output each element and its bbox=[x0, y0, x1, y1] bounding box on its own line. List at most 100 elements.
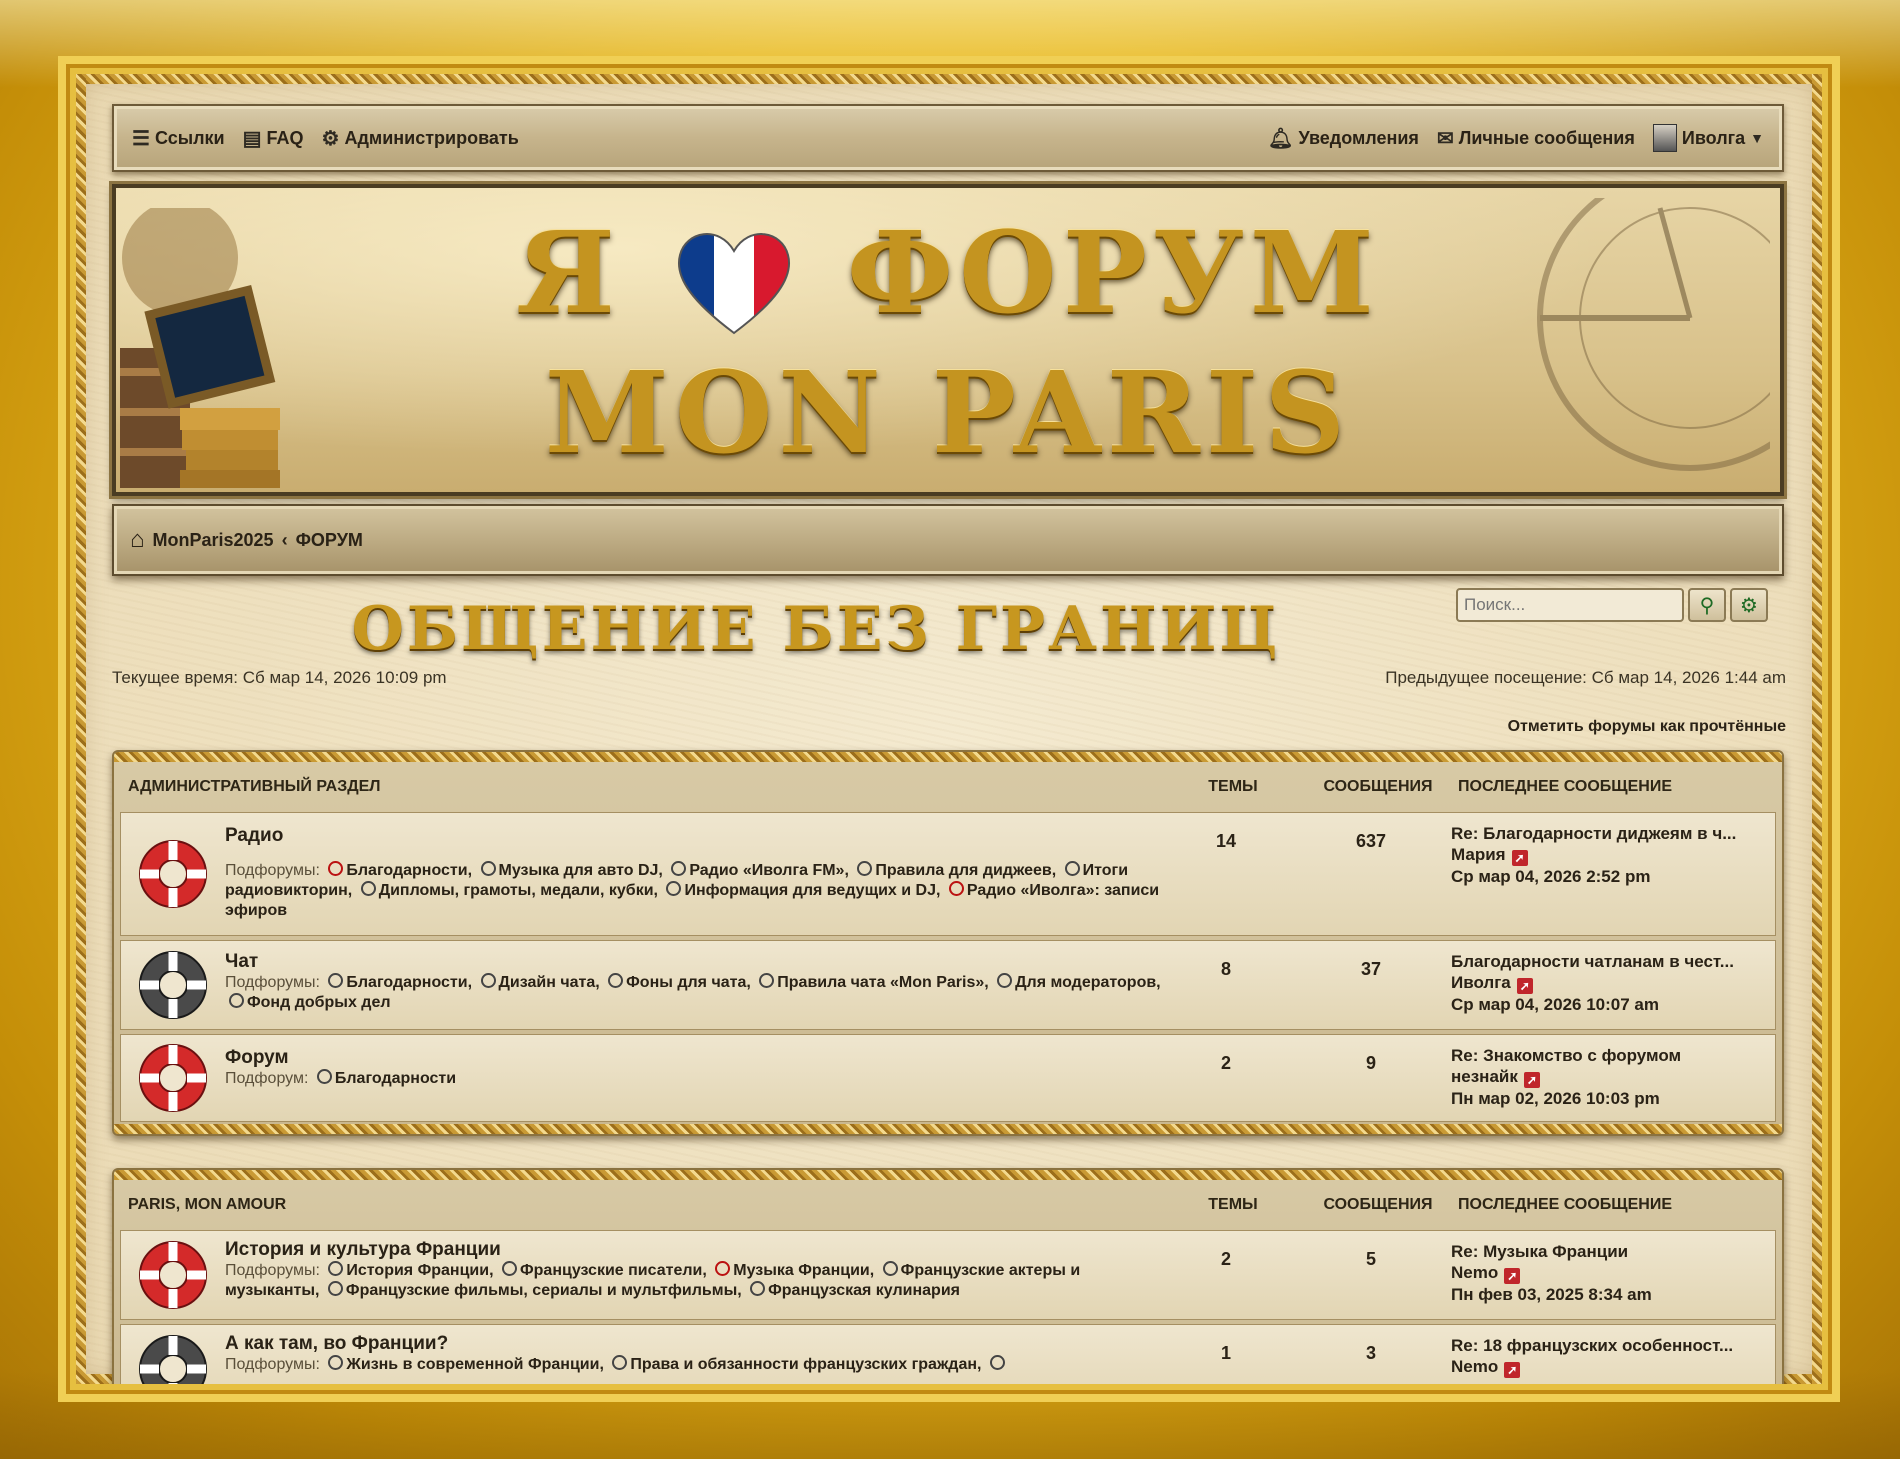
rope-divider bbox=[114, 1124, 1782, 1134]
subforum-read-icon bbox=[480, 973, 496, 988]
subforum-list: Подфорумы: История Франции, Французские … bbox=[225, 1261, 1081, 1299]
previous-visit: Предыдущее посещение: Сб мар 14, 2026 1:… bbox=[1385, 668, 1786, 687]
last-post-title[interactable]: Благодарности чатланам в чест... bbox=[1451, 951, 1775, 972]
last-post-author[interactable]: незнайк bbox=[1451, 1067, 1518, 1086]
subforum-read-icon bbox=[750, 1281, 766, 1296]
lifebuoy-red-icon[interactable] bbox=[136, 1238, 210, 1312]
subforum-read-icon bbox=[608, 973, 624, 988]
forum-title[interactable]: Радио bbox=[225, 825, 1161, 847]
subforum-link[interactable]: Информация для ведущих и DJ, bbox=[684, 882, 940, 899]
subforum-read-icon bbox=[229, 993, 244, 1008]
breadcrumb-home[interactable]: MonParis2025 bbox=[153, 530, 274, 551]
last-post-title[interactable]: Re: Знакомство с форумом bbox=[1451, 1045, 1775, 1066]
admin-link[interactable]: ⚙ Администрировать bbox=[322, 126, 519, 151]
search-input[interactable] bbox=[1456, 588, 1684, 622]
forum-section-paris: Paris, mon amour Темы Сообщения Последне… bbox=[112, 1168, 1784, 1384]
subforum-link[interactable]: Фонд добрых дел bbox=[247, 994, 391, 1011]
subforum-link[interactable]: Музыка Франции, bbox=[733, 1262, 874, 1279]
rope-divider bbox=[114, 1170, 1782, 1180]
subforum-link[interactable]: История Франции, bbox=[346, 1262, 493, 1279]
subforum-link[interactable]: Радио «Иволга FM», bbox=[689, 862, 849, 879]
subforum-read-icon bbox=[666, 881, 682, 896]
subforum-link[interactable]: Дизайн чата, bbox=[499, 974, 600, 991]
banner-line-2: MON PARIS bbox=[544, 348, 1352, 479]
avatar bbox=[1652, 124, 1677, 152]
breadcrumb-current[interactable]: ФОРУМ bbox=[296, 530, 363, 551]
current-time: Текущее время: Сб мар 14, 2026 10:09 pm bbox=[112, 668, 447, 687]
last-post-title[interactable]: Re: Музыка Франции bbox=[1451, 1241, 1775, 1262]
lifebuoy-gray-icon[interactable] bbox=[136, 1332, 210, 1384]
faq-link[interactable]: ▤ FAQ bbox=[243, 126, 304, 151]
subforum-link[interactable]: Французские фильмы, сериалы и мультфильм… bbox=[346, 1282, 742, 1299]
subforum-link[interactable]: Музыка для авто DJ, bbox=[499, 862, 663, 879]
subforum-link[interactable]: Благодарности bbox=[335, 1070, 456, 1087]
last-post-author[interactable]: Иволга bbox=[1451, 973, 1511, 992]
lifebuoy-red-icon[interactable] bbox=[136, 837, 210, 911]
subforum-link[interactable]: Фоны для чата, bbox=[626, 974, 751, 991]
col-topics: Темы bbox=[1208, 1196, 1258, 1213]
section-title[interactable]: Paris, mon amour bbox=[128, 1196, 1168, 1214]
subforum-read-icon bbox=[1064, 861, 1080, 876]
user-menu[interactable]: Иволга ▼ bbox=[1652, 124, 1764, 152]
subforum-link[interactable]: Правила для диджеев, bbox=[875, 862, 1056, 879]
forum-title[interactable]: Чат bbox=[225, 951, 1161, 973]
last-post-author[interactable]: Nemo bbox=[1451, 1357, 1498, 1376]
advanced-search-button[interactable]: ⚙ bbox=[1730, 588, 1768, 622]
forum-page: ☰ Ссылки ▤ FAQ ⚙ Администрировать 🔔︎ Уведомл… bbox=[70, 68, 1828, 1390]
mark-forums-read-link[interactable]: Отметить форумы как прочтённые bbox=[1508, 718, 1786, 736]
section-header: Административный раздел Темы Сообщения П… bbox=[114, 762, 1782, 812]
topics-count: 14 bbox=[1215, 831, 1237, 851]
subforum-link[interactable]: Жизнь в современной Франции, bbox=[346, 1356, 604, 1373]
subforum-link[interactable]: Дипломы, грамоты, медали, кубки, bbox=[379, 882, 658, 899]
links-menu[interactable]: ☰ Ссылки bbox=[132, 126, 225, 151]
notifications-link[interactable]: 🔔︎ Уведомления bbox=[1268, 126, 1419, 151]
posts-count: 9 bbox=[1365, 1053, 1376, 1073]
subforum-list: Подфорумы: Благодарности, Дизайн чата, Ф… bbox=[225, 973, 1161, 1011]
goto-last-post-icon[interactable]: ➚ bbox=[1516, 978, 1533, 994]
goto-last-post-icon[interactable]: ➚ bbox=[1511, 850, 1528, 866]
rope-border-right bbox=[1812, 74, 1822, 1384]
subforum-link[interactable]: Для модераторов, bbox=[1015, 974, 1160, 991]
last-post-title[interactable]: Re: 18 французских особенност... bbox=[1451, 1335, 1775, 1356]
subforum-link[interactable]: Французские писатели, bbox=[520, 1262, 707, 1279]
subforum-link[interactable]: Права и обязанности французских граждан, bbox=[630, 1356, 981, 1373]
col-topics: Темы bbox=[1208, 778, 1258, 795]
subforum-link[interactable]: Благодарности, bbox=[346, 862, 472, 879]
gear-icon: ⚙ bbox=[1740, 593, 1758, 617]
goto-last-post-icon[interactable]: ➚ bbox=[1523, 1072, 1540, 1088]
forum-title[interactable]: Форум bbox=[225, 1047, 1161, 1069]
subforum-read-icon bbox=[759, 973, 775, 988]
last-post-title[interactable]: Re: Благодарности диджеям в ч... bbox=[1451, 823, 1775, 844]
posts-count: 5 bbox=[1365, 1249, 1376, 1269]
gears-icon: ⚙ bbox=[321, 127, 340, 150]
hamburger-icon: ☰ bbox=[132, 127, 150, 150]
forum-title[interactable]: История и культура Франции bbox=[225, 1239, 1161, 1261]
last-post-author[interactable]: Nemo bbox=[1451, 1263, 1498, 1282]
private-messages-link[interactable]: ✉ Личные сообщения bbox=[1437, 126, 1635, 151]
goto-last-post-icon[interactable]: ➚ bbox=[1504, 1268, 1521, 1284]
forum-title[interactable]: А как там, во Франции? bbox=[225, 1333, 1161, 1355]
posts-count: 637 bbox=[1355, 831, 1387, 851]
last-post-author[interactable]: Мария bbox=[1451, 845, 1506, 864]
section-title[interactable]: Административный раздел bbox=[128, 778, 1168, 796]
subforum-link[interactable]: Правила чата «Mon Paris», bbox=[777, 974, 988, 991]
forum-row: Радио Подфорумы: Благодарности, Музыка д… bbox=[120, 812, 1776, 936]
site-banner[interactable]: Я ФОРУМ MON PARIS bbox=[112, 184, 1784, 496]
subforum-read-icon bbox=[882, 1261, 898, 1276]
subforum-link[interactable]: Благодарности, bbox=[346, 974, 472, 991]
lifebuoy-gray-icon[interactable] bbox=[136, 948, 210, 1022]
french-flag-heart-icon bbox=[677, 232, 790, 334]
home-icon[interactable]: ⌂ bbox=[130, 526, 145, 554]
search-button[interactable]: ⚲ bbox=[1688, 588, 1726, 622]
top-navbar: ☰ Ссылки ▤ FAQ ⚙ Администрировать 🔔︎ Уведомл… bbox=[112, 104, 1784, 172]
bell-icon: 🔔︎ bbox=[1268, 127, 1294, 150]
goto-last-post-icon[interactable]: ➚ bbox=[1504, 1362, 1521, 1378]
subforum-read-icon bbox=[316, 1069, 332, 1084]
subforum-unread-icon bbox=[328, 861, 344, 876]
subforum-link[interactable]: Французская кулинария bbox=[768, 1282, 960, 1299]
last-post-date: Ср мар 04, 2026 10:07 am bbox=[1451, 995, 1659, 1014]
lifebuoy-red-icon[interactable] bbox=[136, 1041, 210, 1115]
page-subtitle: ОБЩЕНИЕ БЕЗ ГРАНИЦ bbox=[351, 594, 1281, 664]
last-post-date: Пн мар 02, 2026 10:03 pm bbox=[1451, 1089, 1660, 1108]
subforum-read-icon bbox=[501, 1261, 517, 1276]
